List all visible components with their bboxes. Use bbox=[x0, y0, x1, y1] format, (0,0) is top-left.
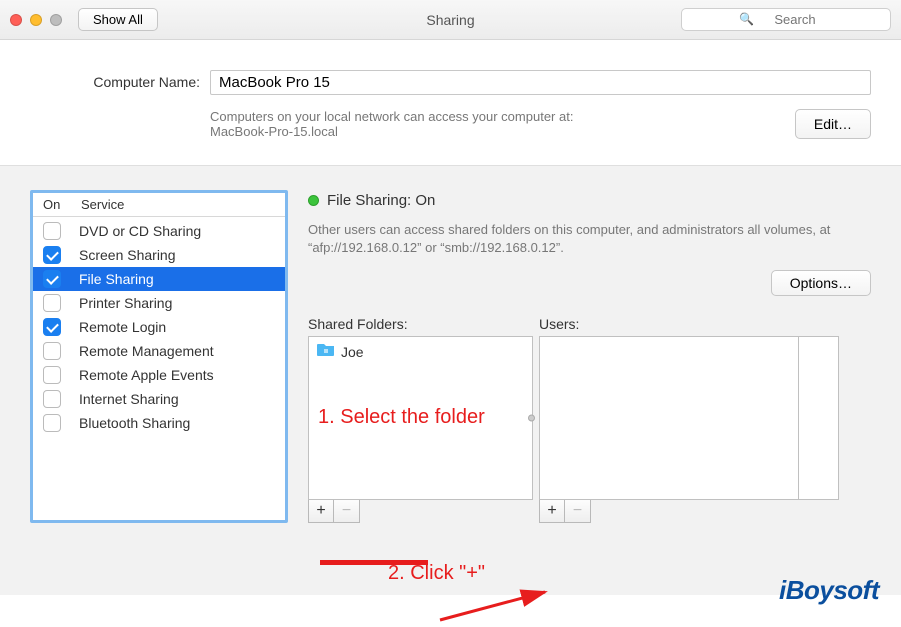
service-checkbox[interactable] bbox=[43, 414, 61, 432]
remove-user-button: − bbox=[565, 499, 591, 523]
close-icon[interactable] bbox=[10, 14, 22, 26]
service-label: Remote Login bbox=[79, 319, 166, 335]
service-label: Printer Sharing bbox=[79, 295, 172, 311]
service-checkbox[interactable] bbox=[43, 342, 61, 360]
resize-handle-icon[interactable] bbox=[528, 415, 535, 422]
annotation-arrow-icon bbox=[440, 590, 550, 616]
window-controls bbox=[10, 14, 62, 26]
folder-icon bbox=[317, 342, 335, 361]
service-checkbox[interactable] bbox=[43, 294, 61, 312]
status-title: File Sharing: On bbox=[327, 192, 435, 209]
service-checkbox[interactable] bbox=[43, 390, 61, 408]
annotation-step2: 2. Click "+" bbox=[388, 562, 485, 585]
titlebar: Show All Sharing 🔍 bbox=[0, 0, 901, 40]
remove-folder-button: − bbox=[334, 499, 360, 523]
search-input[interactable] bbox=[681, 8, 891, 31]
service-checkbox[interactable] bbox=[43, 366, 61, 384]
service-label: Remote Apple Events bbox=[79, 367, 214, 383]
service-row[interactable]: Remote Apple Events bbox=[33, 363, 285, 387]
services-header: On Service bbox=[33, 193, 285, 217]
add-folder-button[interactable]: + bbox=[308, 499, 334, 523]
service-row[interactable]: Screen Sharing bbox=[33, 243, 285, 267]
service-checkbox[interactable] bbox=[43, 318, 61, 336]
service-label: Screen Sharing bbox=[79, 247, 176, 263]
users-list[interactable] bbox=[539, 336, 799, 500]
list-item[interactable]: Joe bbox=[309, 337, 532, 366]
show-all-button[interactable]: Show All bbox=[78, 8, 158, 31]
status-description: Other users can access shared folders on… bbox=[308, 221, 871, 256]
service-checkbox[interactable] bbox=[43, 270, 61, 288]
search-wrap: 🔍 bbox=[681, 8, 891, 31]
edit-button[interactable]: Edit… bbox=[795, 109, 871, 139]
lower-section: On Service DVD or CD Sharing Screen Shari… bbox=[0, 165, 901, 595]
service-checkbox[interactable] bbox=[43, 246, 61, 264]
service-label: DVD or CD Sharing bbox=[79, 223, 201, 239]
service-label: Remote Management bbox=[79, 343, 214, 359]
shared-folders-label: Shared Folders: bbox=[308, 316, 533, 332]
permissions-list[interactable] bbox=[799, 336, 839, 500]
service-row[interactable]: Remote Management bbox=[33, 339, 285, 363]
service-row[interactable]: Remote Login bbox=[33, 315, 285, 339]
services-list[interactable]: On Service DVD or CD Sharing Screen Shari… bbox=[30, 190, 288, 523]
watermark: iBoysoft bbox=[779, 575, 879, 606]
computer-name-input[interactable] bbox=[210, 70, 871, 95]
service-label: Internet Sharing bbox=[79, 391, 179, 407]
upper-section: Computer Name: Computers on your local n… bbox=[0, 40, 901, 165]
service-row[interactable]: Printer Sharing bbox=[33, 291, 285, 315]
service-label: Bluetooth Sharing bbox=[79, 415, 190, 431]
service-row[interactable]: DVD or CD Sharing bbox=[33, 219, 285, 243]
folder-name: Joe bbox=[341, 344, 364, 360]
service-row[interactable]: Internet Sharing bbox=[33, 387, 285, 411]
add-user-button[interactable]: + bbox=[539, 499, 565, 523]
users-label: Users: bbox=[539, 316, 839, 332]
computer-name-label: Computer Name: bbox=[30, 70, 210, 90]
service-checkbox[interactable] bbox=[43, 222, 61, 240]
service-row[interactable]: File Sharing bbox=[33, 267, 285, 291]
right-pane: File Sharing: On Other users can access … bbox=[308, 190, 871, 523]
computer-name-subtext: Computers on your local network can acce… bbox=[210, 109, 573, 139]
search-icon: 🔍 bbox=[739, 12, 754, 26]
annotation-step1: 1. Select the folder bbox=[318, 406, 485, 429]
minimize-icon[interactable] bbox=[30, 14, 42, 26]
service-label: File Sharing bbox=[79, 271, 154, 287]
service-row[interactable]: Bluetooth Sharing bbox=[33, 411, 285, 435]
status-dot-icon bbox=[308, 195, 319, 206]
zoom-icon bbox=[50, 14, 62, 26]
options-button[interactable]: Options… bbox=[771, 270, 871, 296]
